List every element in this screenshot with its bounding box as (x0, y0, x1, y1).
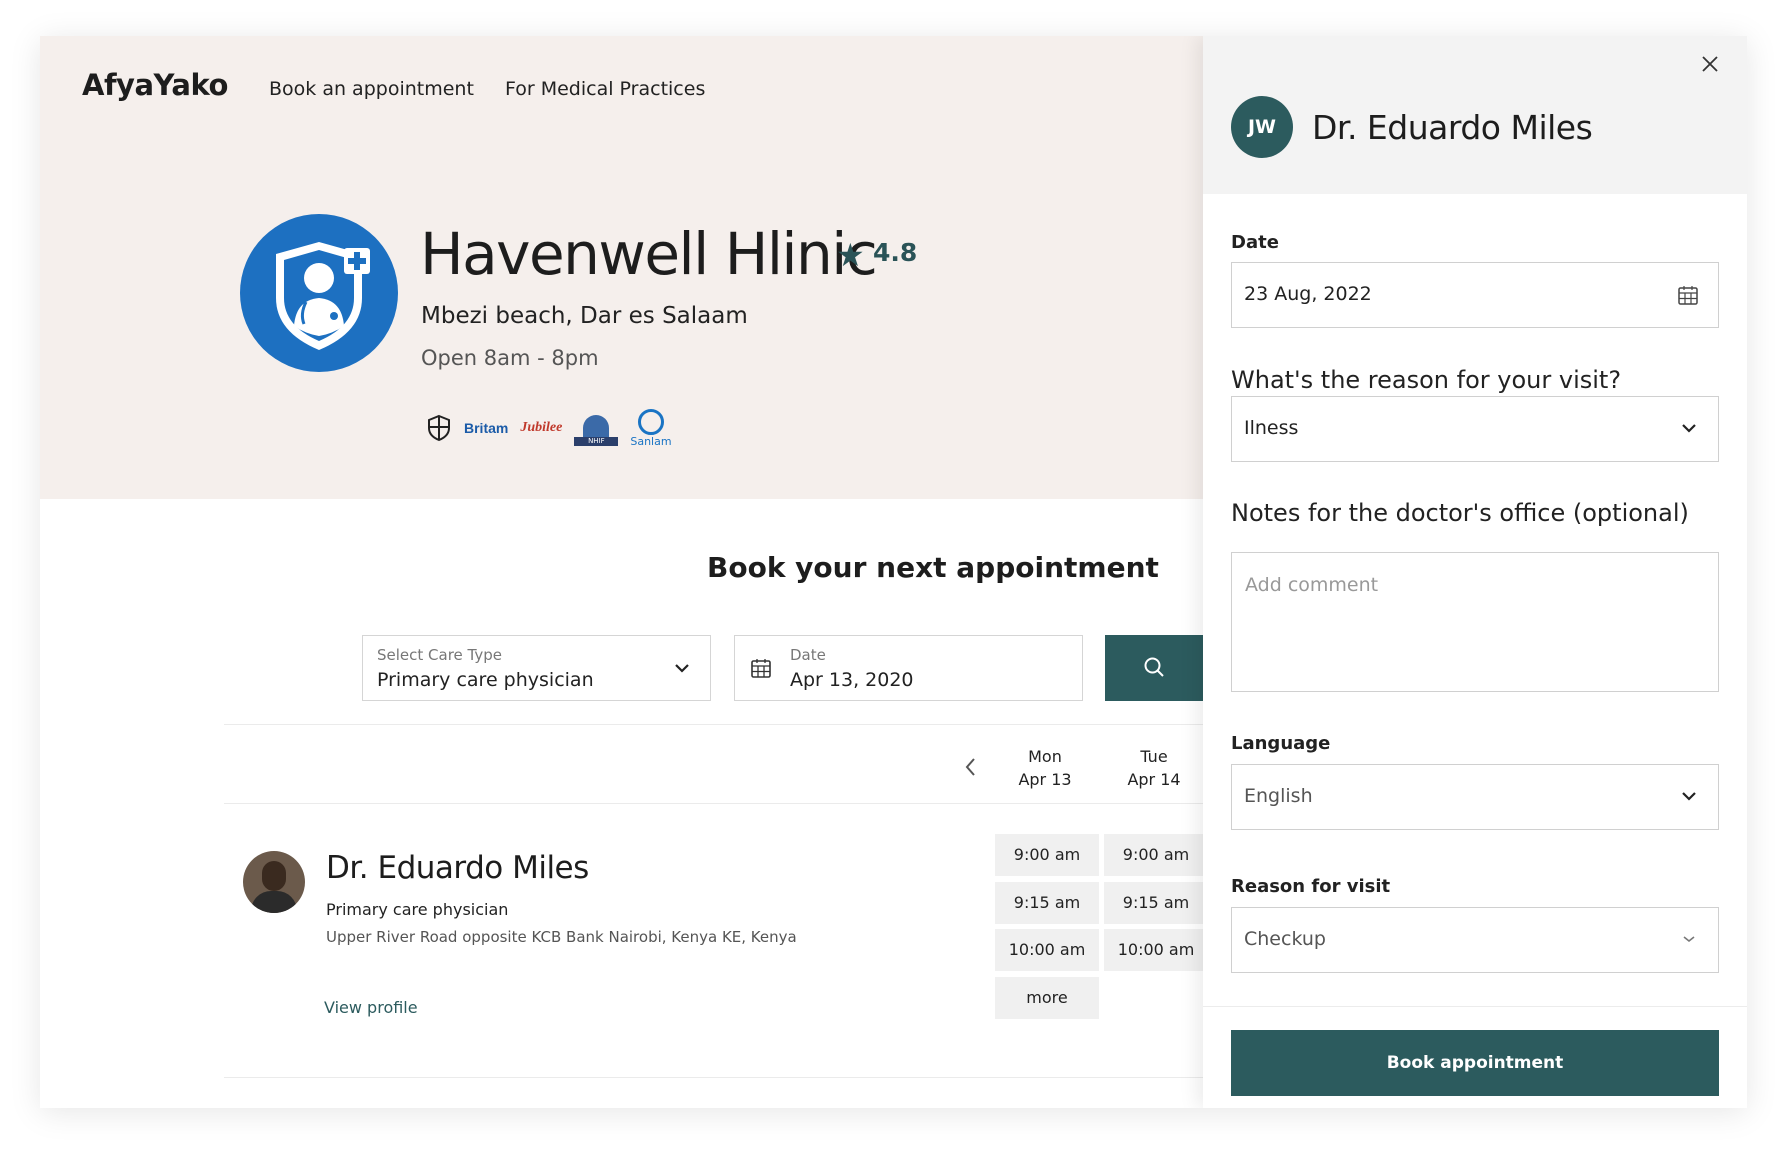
language-value: English (1244, 785, 1313, 807)
care-type-select[interactable]: Select Care Type Primary care physician (362, 635, 711, 701)
clinic-rating: 4.8 (873, 238, 918, 267)
care-type-value: Primary care physician (377, 669, 594, 691)
nav-medical-practices[interactable]: For Medical Practices (505, 78, 705, 100)
panel-doctor-name: Dr. Eduardo Miles (1312, 108, 1593, 147)
booking-panel: JW Dr. Eduardo Miles Date 23 Aug, 2022 W… (1203, 36, 1747, 1108)
notes-placeholder: Add comment (1245, 574, 1379, 596)
divider (224, 1077, 1203, 1078)
reason-for-visit-select[interactable]: Checkup (1231, 907, 1719, 973)
language-label: Language (1231, 733, 1331, 754)
main-content: AfyaYako Book an appointment For Medical… (40, 36, 1208, 1108)
search-button[interactable] (1105, 635, 1203, 701)
close-icon[interactable] (1699, 53, 1721, 75)
appointment-date-input[interactable]: 23 Aug, 2022 (1231, 262, 1719, 328)
view-profile-link[interactable]: View profile (324, 998, 418, 1017)
insurer-sanlam-logo: Sanlam (630, 408, 672, 448)
shield-icon (428, 414, 450, 442)
insurer-jubilee-logo: Jubilee (520, 420, 563, 435)
time-slot-mon[interactable]: 9:00 am (995, 834, 1099, 876)
app-window: AfyaYako Book an appointment For Medical… (40, 36, 1747, 1108)
care-type-label: Select Care Type (377, 646, 502, 664)
panel-divider (1203, 1006, 1747, 1007)
clinic-doctor-shield-icon (276, 242, 370, 350)
appointment-date-value: 23 Aug, 2022 (1244, 283, 1372, 305)
doctor-specialty: Primary care physician (326, 900, 509, 919)
time-slot-tue[interactable]: 9:00 am (1104, 834, 1208, 876)
chevron-left-icon[interactable] (962, 754, 980, 780)
clinic-hours: Open 8am - 8pm (421, 346, 599, 370)
insurer-britam-logo: Britam (464, 420, 509, 436)
doctor-address: Upper River Road opposite KCB Bank Nairo… (326, 928, 797, 946)
calendar-icon (1678, 286, 1698, 305)
clinic-hero: AfyaYako Book an appointment For Medical… (40, 36, 1203, 499)
doctor-initials-avatar: JW (1231, 96, 1293, 158)
visit-reason-value: Ilness (1244, 417, 1299, 439)
calendar-icon (751, 659, 771, 678)
time-slot-tue[interactable]: 10:00 am (1104, 929, 1208, 971)
book-appointment-button[interactable]: Book appointment (1231, 1030, 1719, 1096)
chevron-down-icon (1683, 936, 1695, 943)
language-select[interactable]: English (1231, 764, 1719, 830)
notes-question: Notes for the doctor's office (optional) (1231, 499, 1689, 527)
time-slot-tue[interactable]: 9:15 am (1104, 882, 1208, 924)
date-value: Apr 13, 2020 (790, 669, 914, 691)
doctor-avatar (243, 851, 305, 913)
insurer-nhif-logo: NHIF (574, 410, 619, 446)
date-field-label: Date (1231, 232, 1279, 253)
clinic-address: Mbezi beach, Dar es Salaam (421, 303, 748, 329)
reason-for-visit-label: Reason for visit (1231, 876, 1391, 897)
clinic-logo (240, 214, 398, 372)
search-icon (1144, 657, 1164, 677)
doctor-name[interactable]: Dr. Eduardo Miles (326, 850, 589, 886)
reason-for-visit-value: Checkup (1244, 928, 1326, 950)
time-slot-mon[interactable]: 9:15 am (995, 882, 1099, 924)
insurance-logos: Britam Jubilee NHIF Sanlam (426, 408, 672, 448)
star-icon: ★ (836, 236, 865, 274)
time-slot-mon[interactable]: 10:00 am (995, 929, 1099, 971)
panel-header: JW Dr. Eduardo Miles (1203, 36, 1747, 194)
chevron-down-icon (1682, 424, 1696, 433)
date-picker[interactable]: Date Apr 13, 2020 (734, 635, 1083, 701)
divider (224, 724, 1203, 725)
clinic-name: Havenwell Hlinic (420, 220, 878, 288)
chevron-down-icon (1682, 792, 1696, 801)
nav-book-appointment[interactable]: Book an appointment (269, 78, 474, 100)
day-header-mon: Mon Apr 13 (1018, 747, 1072, 789)
app-logo[interactable]: AfyaYako (82, 68, 228, 102)
date-label: Date (790, 646, 826, 664)
day-header-tue: Tue Apr 14 (1127, 747, 1181, 789)
visit-reason-select[interactable]: Ilness (1231, 396, 1719, 462)
chevron-down-icon (675, 664, 689, 673)
more-slots-button[interactable]: more (995, 977, 1099, 1019)
notes-textarea[interactable]: Add comment (1231, 552, 1719, 692)
booking-title: Book your next appointment (707, 551, 1159, 584)
visit-reason-question: What's the reason for your visit? (1231, 366, 1622, 394)
divider (224, 803, 1203, 804)
